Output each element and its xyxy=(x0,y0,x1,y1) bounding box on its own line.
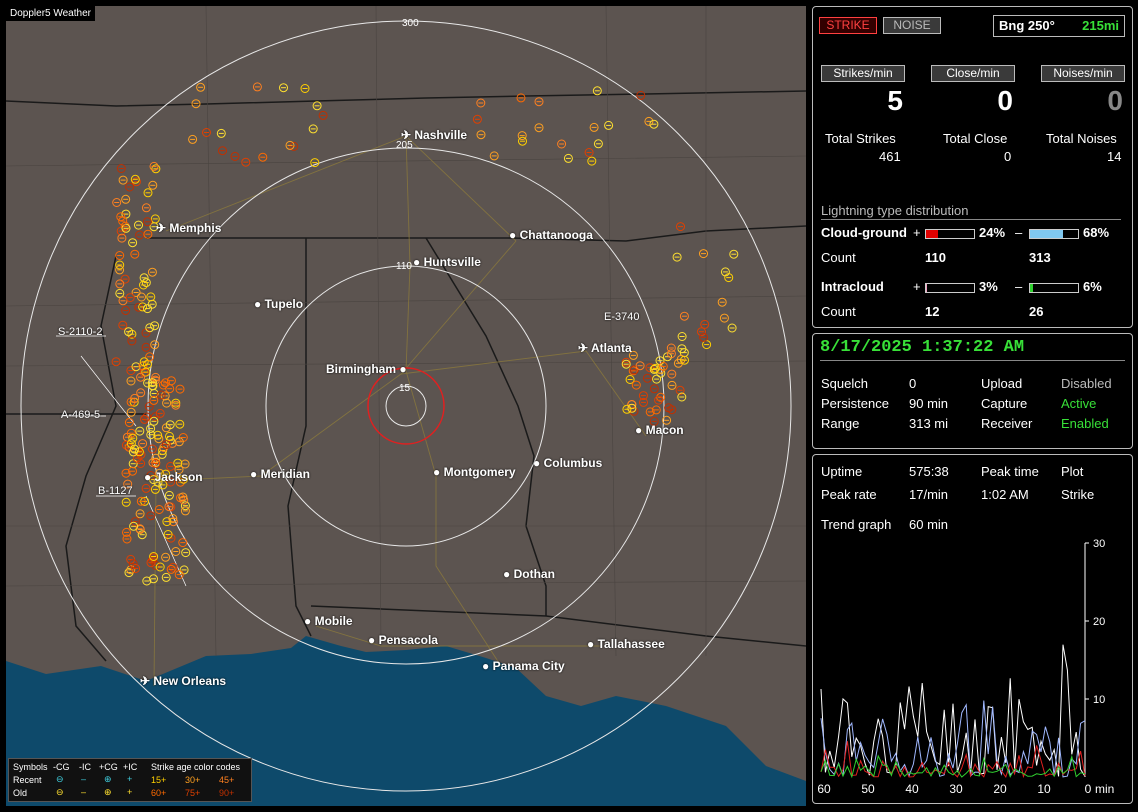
city-tupelo: ● Tupelo xyxy=(254,297,304,311)
trend-trace xyxy=(820,644,1086,777)
old-neg-cg-icon: ⊖ xyxy=(56,787,64,797)
strikes-per-min-value: 5 xyxy=(887,85,903,116)
ic-minus-bar xyxy=(1029,283,1079,293)
city-macon: ● Macon xyxy=(635,423,684,437)
range-label-300: 300 xyxy=(402,18,419,29)
y-tick-label: 20 xyxy=(1093,616,1105,628)
ic-plus-bar xyxy=(925,283,975,293)
old-neg-ic-icon: – xyxy=(81,787,87,797)
city-nashville: ✈ Nashville xyxy=(401,128,468,142)
x-tick-label: 30 xyxy=(949,782,963,796)
old-pos-cg-icon: ⊕ xyxy=(104,787,112,797)
city-jackson: ● Jackson xyxy=(144,470,203,484)
city-birmingham: Birmingham ● xyxy=(326,362,407,376)
strikes-per-min-header: Strikes/min xyxy=(821,65,905,82)
cg-minus-bar xyxy=(1029,229,1079,239)
storm-label: B-1127 xyxy=(98,485,133,497)
recent-neg-ic-icon: – xyxy=(81,774,87,784)
storm-label: S-2110-2 xyxy=(58,326,103,338)
trend-graph: 30 20 10 60 50 40 30 20 10 0 min xyxy=(817,538,1114,796)
city-montgomery: ● Montgomery xyxy=(433,465,516,479)
recent-pos-cg-icon: ⊕ xyxy=(104,774,112,784)
city-chattanooga: ● Chattanooga xyxy=(509,228,593,242)
noises-per-min-header: Noises/min xyxy=(1041,65,1125,82)
app-title: Doppler5 Weather xyxy=(6,6,95,21)
close-per-min-value: 0 xyxy=(997,85,1013,116)
x-tick-label: 20 xyxy=(993,782,1007,796)
trend-panel: Uptime 575:38 Peak time Plot Peak rate 1… xyxy=(812,454,1133,804)
range-label-110: 110 xyxy=(396,261,412,272)
bearing-readout: Bng 250° 215mi xyxy=(993,15,1125,37)
y-tick-label: 30 xyxy=(1093,538,1105,550)
total-noises-value: 14 xyxy=(1107,149,1122,164)
city-panama-city: ● Panama City xyxy=(482,659,565,673)
city-mobile: ● Mobile xyxy=(304,614,353,628)
strike-mode-button[interactable]: STRIKE xyxy=(819,17,877,34)
range-label-15: 15 xyxy=(399,383,411,394)
datetime: 8/17/2025 1:37:22 AM xyxy=(820,338,1025,357)
status-panel: 8/17/2025 1:37:22 AM Squelch 0 Upload Di… xyxy=(812,333,1133,449)
old-pos-ic-icon: + xyxy=(127,787,133,797)
trend-trace xyxy=(820,700,1086,778)
city-new-orleans: ✈ New Orleans xyxy=(140,674,227,688)
city-huntsville: ● Huntsville xyxy=(413,255,481,269)
strike-stats-panel: STRIKE NOISE Bng 250° 215mi Strikes/min … xyxy=(812,6,1133,328)
close-per-min-header: Close/min xyxy=(931,65,1015,82)
x-unit-label: min xyxy=(1095,782,1114,796)
city-atlanta: ✈ Atlanta xyxy=(578,341,632,355)
noise-mode-button[interactable]: NOISE xyxy=(883,17,941,34)
storm-label: A-469-5 xyxy=(61,409,101,421)
city-columbus: ● Columbus xyxy=(533,456,603,470)
city-memphis: ✈ Memphis xyxy=(156,221,222,235)
city-tallahassee: ● Tallahassee xyxy=(587,637,665,651)
city-dothan: ● Dothan xyxy=(503,567,555,581)
x-tick-label: 0 xyxy=(1085,782,1092,796)
total-close-value: 0 xyxy=(1004,149,1012,164)
x-tick-label: 10 xyxy=(1037,782,1051,796)
noises-per-min-value: 0 xyxy=(1107,85,1123,116)
storm-label: E-3740 xyxy=(604,311,640,323)
city-meridian: ● Meridian xyxy=(250,467,310,481)
map-graphics: 300 205 110 15 xyxy=(6,6,806,806)
x-tick-label: 60 xyxy=(817,782,831,796)
total-strikes-value: 461 xyxy=(879,149,901,164)
x-tick-label: 50 xyxy=(861,782,875,796)
recent-pos-ic-icon: + xyxy=(127,774,133,784)
recent-neg-cg-icon: ⊖ xyxy=(56,774,64,784)
y-tick-label: 10 xyxy=(1093,694,1105,706)
lightning-map[interactable]: 300 205 110 15 ✈ Nashville ✈ Memphis ● C… xyxy=(6,6,806,806)
symbol-legend: Symbols -CG -IC +CG +IC Strike age color… xyxy=(8,758,252,802)
cg-plus-bar xyxy=(925,229,975,239)
distribution-title: Lightning type distribution xyxy=(821,203,969,218)
x-tick-label: 40 xyxy=(905,782,919,796)
city-pensacola: ● Pensacola xyxy=(368,633,438,647)
